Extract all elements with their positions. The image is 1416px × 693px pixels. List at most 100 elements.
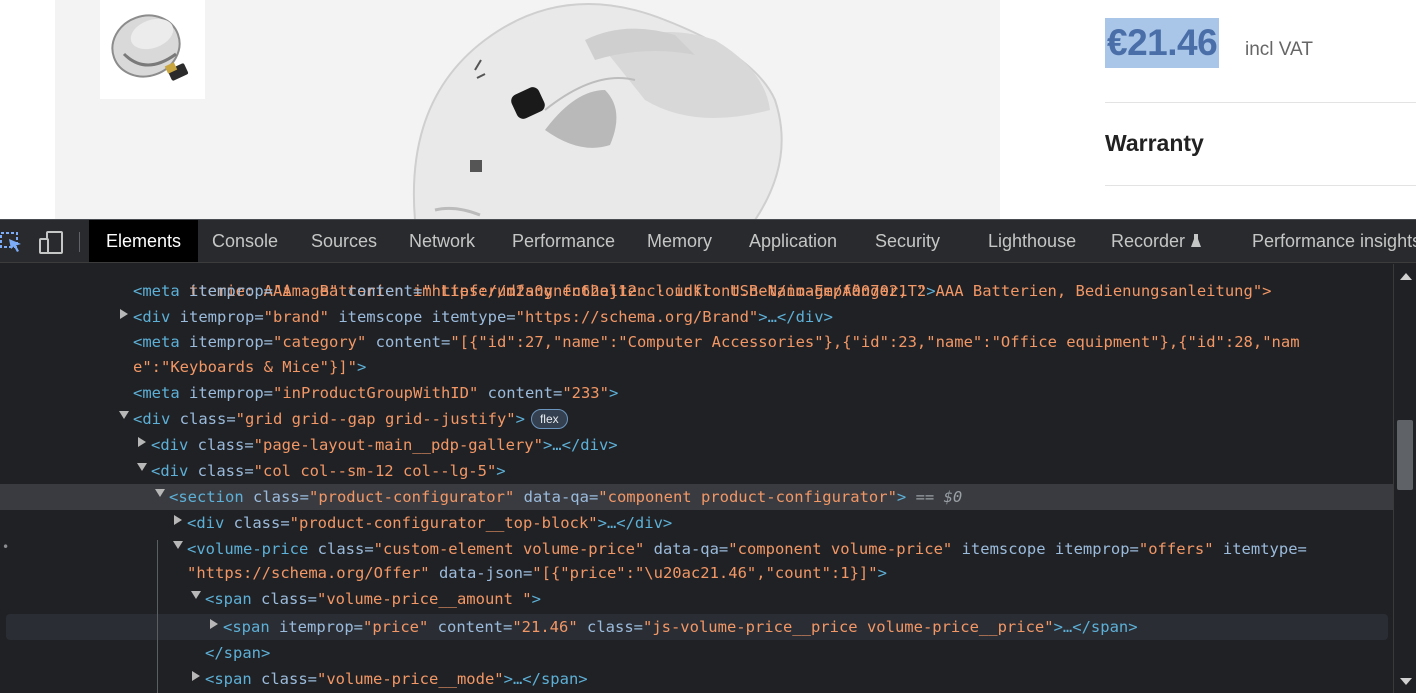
dom-node-line[interactable]: e":"Keyboards & Mice"}]"> — [133, 354, 366, 380]
dom-node-line[interactable]: <div class="product-configurator__top-bl… — [187, 510, 672, 536]
inspect-element-icon[interactable] — [0, 230, 24, 254]
expand-triangle-icon[interactable] — [138, 437, 146, 447]
attr-name: data-qa= — [644, 540, 729, 558]
tag-close: > — [356, 358, 367, 376]
tab-security[interactable]: Security — [875, 220, 940, 262]
dom-node-line[interactable]: </span> — [205, 640, 270, 666]
mouse-thumbnail-image — [111, 14, 189, 81]
warranty-heading[interactable]: Warranty — [1105, 130, 1204, 157]
flex-badge[interactable]: flex — [530, 409, 568, 429]
scroll-down-arrow-icon[interactable] — [1400, 678, 1412, 685]
dom-node-line[interactable]: <meta itemprop="image" content="https://… — [133, 278, 936, 304]
dom-node-line[interactable]: <meta itemprop="category" content="[{"id… — [133, 329, 1300, 355]
attr-value: "https://schema.org/Offer" — [187, 564, 430, 582]
tag-name: <span — [223, 618, 270, 636]
attr-name: content= — [428, 618, 513, 636]
attr-value: "custom-element volume-price" — [373, 540, 645, 558]
tab-recorder[interactable]: Recorder — [1111, 220, 1202, 262]
dom-node-line[interactable]: <div class="grid grid--gap grid--justify… — [133, 406, 568, 432]
devtools-panel: Elements Console Sources Network Perform… — [0, 219, 1416, 693]
attr-name: itemprop= — [170, 308, 264, 326]
tag-name: <div — [151, 462, 189, 480]
scrollbar-thumb[interactable] — [1397, 420, 1413, 490]
tab-memory[interactable]: Memory — [647, 220, 712, 262]
expand-triangle-icon[interactable] — [174, 515, 182, 525]
attr-name: data-qa= — [514, 488, 599, 506]
tab-network[interactable]: Network — [409, 220, 475, 262]
attr-value: "price" — [363, 618, 429, 636]
dom-node-line-selected[interactable]: <section class="product-configurator" da… — [169, 484, 962, 510]
tag-close: >…</div> — [758, 308, 833, 326]
attr-value: "[{"id":27,"name":"Computer Accessories"… — [450, 333, 1300, 351]
attr-value: "product-configurator" — [308, 488, 515, 506]
attr-value: "volume-price__mode" — [317, 670, 504, 688]
tab-application[interactable]: Application — [749, 220, 837, 262]
device-toolbar-icon[interactable] — [38, 230, 64, 256]
tag-name: <section — [169, 488, 244, 506]
dom-node-line[interactable]: tterie: AAA · Batterien im Lieferumfang … — [133, 264, 1272, 300]
attr-value: "https://schema.org/Brand" — [515, 308, 759, 326]
dom-node-line[interactable]: <meta itemprop="inProductGroupWithID" co… — [133, 380, 618, 406]
collapse-triangle-icon[interactable] — [137, 463, 147, 471]
attr-name: class= — [224, 514, 290, 532]
attr-value: "https://d2s0ynfc62ej12.cloudfront.net/i… — [422, 282, 927, 300]
dom-node-line[interactable]: <div class="page-layout-main__pdp-galler… — [151, 432, 618, 458]
attr-value: "category" — [273, 333, 367, 351]
product-price: €21.46 — [1105, 18, 1220, 68]
collapse-triangle-icon[interactable] — [191, 591, 201, 599]
tag-close: > — [896, 488, 907, 506]
tag-close: >…</span> — [1053, 618, 1138, 636]
attr-value: "component product-configurator" — [598, 488, 897, 506]
collapse-triangle-icon[interactable] — [119, 411, 129, 419]
tag-close: > — [515, 410, 525, 428]
selection-dot: • — [2, 540, 10, 554]
scroll-up-arrow-icon[interactable] — [1400, 273, 1412, 280]
collapse-triangle-icon[interactable] — [155, 489, 165, 497]
tab-console[interactable]: Console — [212, 220, 278, 262]
dom-node-line-hovered[interactable]: <span itemprop="price" content="21.46" c… — [223, 614, 1138, 640]
tag-name: <div — [151, 436, 189, 454]
tag-name: </span> — [205, 644, 271, 662]
collapse-triangle-icon[interactable] — [173, 541, 183, 549]
dom-node-line[interactable]: <span class="volume-price__mode">…</span… — [205, 666, 588, 692]
vertical-scrollbar[interactable] — [1393, 264, 1416, 693]
attr-name: content= — [338, 282, 423, 300]
expand-triangle-icon[interactable] — [210, 619, 218, 629]
tab-elements[interactable]: Elements — [89, 220, 199, 262]
dom-node-line[interactable]: <volume-price class="custom-element volu… — [187, 536, 1307, 562]
tab-sources[interactable]: Sources — [311, 220, 377, 262]
attr-value: "brand" — [263, 308, 329, 326]
tag-name: <volume-price — [187, 540, 309, 558]
expand-triangle-icon[interactable] — [120, 309, 128, 319]
attr-name: itemtype= — [1213, 540, 1307, 558]
dom-node-line[interactable]: <span class="volume-price__amount "> — [205, 586, 541, 612]
tag-name: <div — [133, 308, 171, 326]
dom-node-line[interactable]: "https://schema.org/Offer" data-json="[{… — [187, 560, 887, 586]
gallery-thumbnail[interactable] — [100, 0, 205, 99]
experiment-flask-icon — [1191, 234, 1202, 247]
attr-value: "col col--sm-12 col--lg-5" — [253, 462, 497, 480]
dom-node-line[interactable]: <div itemprop="brand" itemscope itemtype… — [133, 304, 833, 330]
mouse-main-image — [412, 3, 783, 219]
attr-value: "21.46" — [512, 618, 578, 636]
expand-triangle-icon[interactable] — [192, 671, 200, 681]
attr-name: class= — [577, 618, 643, 636]
attr-value: "grid grid--gap grid--justify" — [235, 410, 516, 428]
tab-performance[interactable]: Performance — [512, 220, 615, 262]
attr-name: data-json= — [429, 564, 533, 582]
attr-value: "[{"price":"\u20ac21.46","count":1}]" — [532, 564, 878, 582]
attr-name: itemscope itemprop= — [952, 540, 1139, 558]
indent-guide — [157, 540, 158, 693]
attr-value: "offers" — [1138, 540, 1214, 558]
tag-name: <span — [205, 670, 252, 688]
tab-performance-insights[interactable]: Performance insights — [1252, 220, 1416, 262]
attr-value: "image" — [273, 282, 339, 300]
tab-recorder-label: Recorder — [1111, 231, 1186, 251]
tab-lighthouse[interactable]: Lighthouse — [988, 220, 1076, 262]
divider — [1105, 102, 1416, 103]
dom-node-line[interactable]: <div class="col col--sm-12 col--lg-5"> — [151, 458, 506, 484]
attr-name: itemprop= — [179, 333, 273, 351]
tag-name: <div — [133, 410, 171, 428]
tag-name: <span — [205, 590, 252, 608]
tag-close: >…</span> — [503, 670, 588, 688]
